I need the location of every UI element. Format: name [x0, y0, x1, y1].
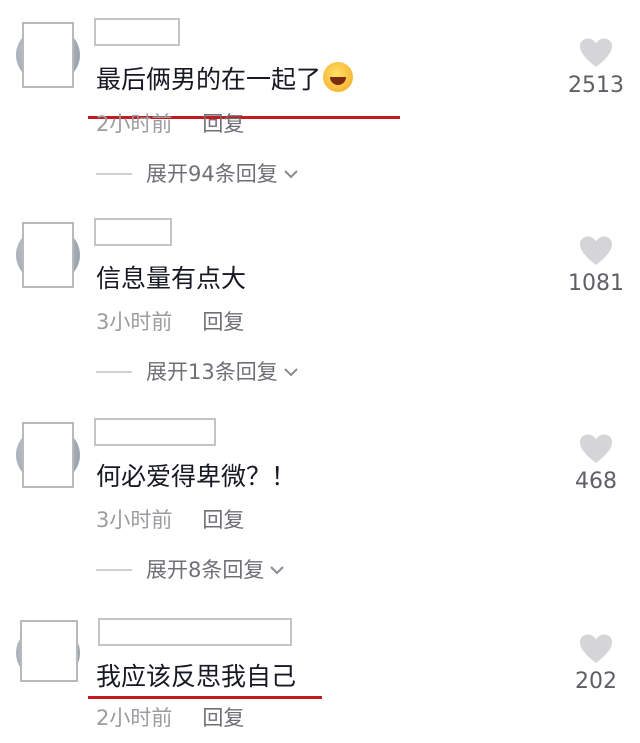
- comment-text: 信息量有点大: [96, 262, 246, 296]
- reply-button[interactable]: 回复: [202, 310, 244, 334]
- avatar-redaction: [22, 22, 74, 88]
- comment-time: 2小时前: [96, 706, 173, 730]
- comment-text-content: 最后俩男的在一起了: [96, 65, 322, 94]
- like-button[interactable]: 468: [560, 434, 632, 496]
- like-count: 202: [575, 669, 617, 694]
- rofl-emoji-icon: [323, 62, 354, 92]
- like-count: 1081: [568, 271, 624, 296]
- chevron-down-icon: [270, 566, 285, 575]
- chevron-down-icon: [284, 368, 298, 377]
- comment-time: 2小时前: [96, 112, 173, 136]
- comment-meta: 3小时前 回复: [96, 308, 244, 336]
- reply-button[interactable]: 回复: [202, 706, 244, 730]
- highlight-underline: [88, 696, 322, 699]
- comment-time: 3小时前: [96, 508, 173, 532]
- like-count: 2513: [568, 73, 624, 98]
- like-button[interactable]: 1081: [560, 236, 632, 298]
- divider-dash: [96, 371, 132, 373]
- comment-text-content: 何必爱得卑微？！: [96, 462, 297, 491]
- comment-item: 我应该反思我自己 2小时前 回复 202: [0, 616, 640, 743]
- expand-replies-button[interactable]: 展开94条回复: [96, 160, 300, 188]
- avatar-redaction: [20, 620, 78, 682]
- expand-replies-label: 展开13条回复: [146, 360, 278, 384]
- comment-meta: 3小时前 回复: [96, 506, 244, 534]
- like-button[interactable]: 2513: [560, 38, 632, 100]
- expand-replies-button[interactable]: 展开8条回复: [96, 556, 286, 584]
- like-button[interactable]: 202: [560, 634, 632, 696]
- heart-icon: [580, 38, 612, 67]
- heart-icon: [580, 236, 612, 265]
- expand-replies-label: 展开94条回复: [146, 162, 278, 186]
- username-redaction[interactable]: [98, 618, 292, 646]
- comment-meta: 2小时前 回复: [96, 110, 244, 138]
- reply-button[interactable]: 回复: [202, 112, 244, 136]
- avatar-redaction: [22, 422, 74, 488]
- comment-text: 最后俩男的在一起了: [96, 62, 354, 97]
- comment-item: 最后俩男的在一起了 2小时前 回复 展开94条回复 2513: [0, 18, 640, 198]
- comment-item: 何必爱得卑微？！ 3小时前 回复 展开8条回复 468: [0, 418, 640, 598]
- comment-text-content: 我应该反思我自己: [96, 662, 297, 691]
- comment-text: 何必爱得卑微？！: [96, 460, 296, 494]
- expand-replies-label: 展开8条回复: [146, 558, 265, 582]
- chevron-down-icon: [284, 170, 298, 179]
- avatar-redaction: [22, 222, 74, 288]
- heart-icon: [580, 634, 612, 663]
- comment-text-content: 信息量有点大: [96, 264, 247, 293]
- expand-replies-button[interactable]: 展开13条回复: [96, 358, 300, 386]
- divider-dash: [96, 569, 132, 571]
- username-redaction[interactable]: [94, 418, 216, 446]
- username-redaction[interactable]: [94, 218, 172, 246]
- reply-button[interactable]: 回复: [202, 508, 244, 532]
- comment-meta: 2小时前 回复: [96, 704, 244, 732]
- comment-time: 3小时前: [96, 310, 173, 334]
- comment-text: 我应该反思我自己: [96, 660, 296, 694]
- comment-item: 信息量有点大 3小时前 回复 展开13条回复 1081: [0, 218, 640, 398]
- heart-icon: [580, 434, 612, 463]
- username-redaction[interactable]: [94, 18, 180, 46]
- like-count: 468: [575, 469, 617, 494]
- divider-dash: [96, 173, 132, 175]
